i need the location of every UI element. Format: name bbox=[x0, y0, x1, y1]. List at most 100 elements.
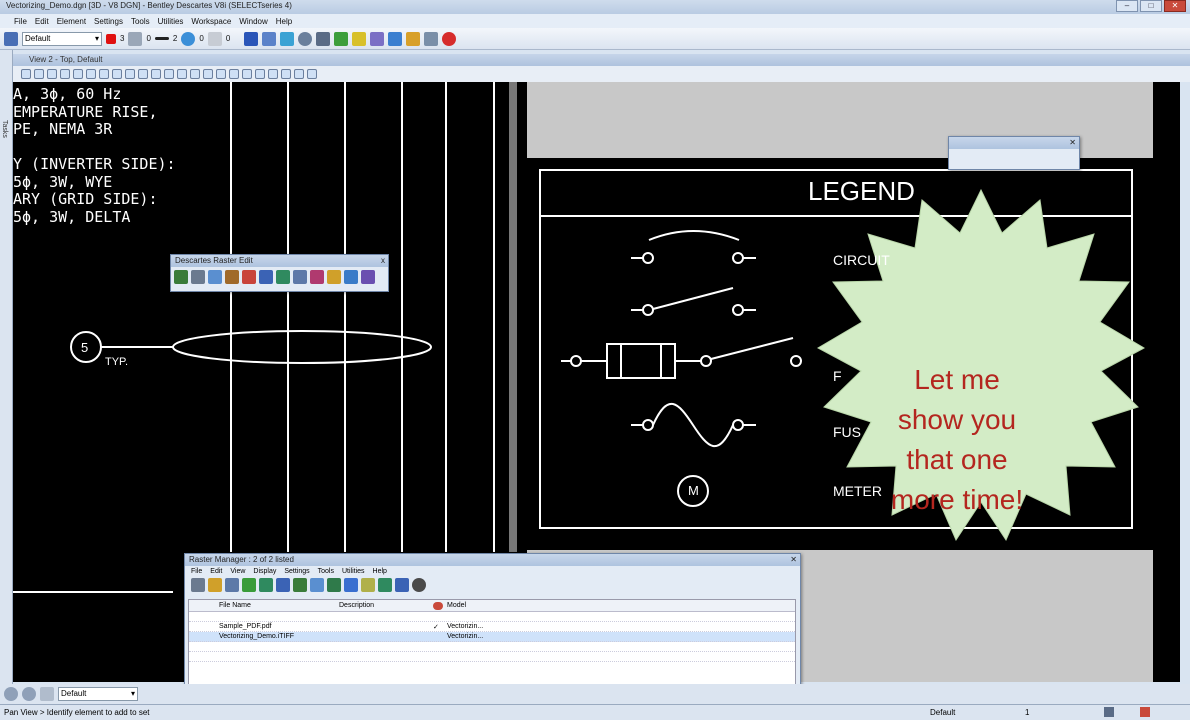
levels-icon[interactable] bbox=[352, 31, 367, 46]
row-check-icon[interactable]: ✓ bbox=[433, 623, 447, 631]
info-icon[interactable] bbox=[388, 31, 403, 46]
clip-mask-icon[interactable] bbox=[190, 69, 200, 79]
stop-icon[interactable] bbox=[442, 31, 457, 46]
save-icon[interactable] bbox=[1104, 707, 1114, 717]
fill-icon[interactable] bbox=[259, 270, 273, 284]
rm-menu-tools[interactable]: Tools bbox=[318, 568, 334, 575]
raster-icon[interactable] bbox=[334, 31, 349, 46]
cut-icon[interactable] bbox=[191, 270, 205, 284]
window-area-icon[interactable] bbox=[86, 69, 96, 79]
move-raster-icon[interactable] bbox=[276, 578, 290, 592]
color-icon[interactable] bbox=[106, 33, 116, 44]
line-style-icon[interactable] bbox=[128, 31, 143, 46]
list-view-icon[interactable] bbox=[191, 578, 205, 592]
raster-manager-close-icon[interactable]: ✕ bbox=[790, 554, 797, 566]
menu-settings[interactable]: Settings bbox=[94, 17, 123, 26]
table-row[interactable] bbox=[189, 642, 795, 652]
rotate-view-icon[interactable] bbox=[112, 69, 122, 79]
menu-edit[interactable]: Edit bbox=[35, 17, 49, 26]
mini-dialog[interactable]: ✕ bbox=[948, 136, 1080, 170]
menu-help[interactable]: Help bbox=[276, 17, 292, 26]
bottom-level-select[interactable]: Default bbox=[58, 687, 138, 701]
update-view-icon[interactable] bbox=[47, 69, 57, 79]
move-icon[interactable] bbox=[276, 270, 290, 284]
raster-edit-close-icon[interactable]: x bbox=[381, 255, 385, 267]
level-select[interactable]: Default bbox=[22, 31, 102, 46]
menu-file[interactable]: File bbox=[14, 17, 27, 26]
walk-icon[interactable] bbox=[229, 69, 239, 79]
transparency-icon[interactable] bbox=[181, 31, 196, 46]
camera-icon[interactable] bbox=[203, 69, 213, 79]
rotate-raster-icon[interactable] bbox=[310, 578, 324, 592]
details-icon[interactable] bbox=[208, 578, 222, 592]
filter-icon[interactable] bbox=[378, 578, 392, 592]
paste-icon[interactable] bbox=[225, 270, 239, 284]
column-file-name[interactable]: File Name bbox=[219, 602, 339, 609]
select-area-icon[interactable] bbox=[327, 270, 341, 284]
color-mode-icon[interactable] bbox=[412, 578, 426, 592]
level-display-icon[interactable] bbox=[268, 69, 278, 79]
copy-raster-icon[interactable] bbox=[208, 270, 222, 284]
rm-menu-edit[interactable]: Edit bbox=[210, 568, 222, 575]
toolbox-icon[interactable] bbox=[406, 31, 421, 46]
menu-element[interactable]: Element bbox=[57, 17, 86, 26]
alert-icon[interactable] bbox=[1140, 707, 1150, 717]
table-row[interactable]: Vectorizing_Demo.iTIFF Vectorizin... bbox=[189, 632, 795, 642]
manipulate-icon[interactable] bbox=[280, 31, 295, 46]
tasks-label[interactable]: Tasks bbox=[1, 120, 8, 138]
grid-lock-icon[interactable] bbox=[281, 69, 291, 79]
view-next-icon[interactable] bbox=[151, 69, 161, 79]
warp-icon[interactable] bbox=[327, 578, 341, 592]
grid-icon[interactable] bbox=[424, 31, 439, 46]
view-control-icon[interactable] bbox=[244, 31, 259, 46]
render-icon[interactable] bbox=[294, 69, 304, 79]
column-description[interactable]: Description bbox=[339, 602, 433, 609]
settings-raster-icon[interactable] bbox=[361, 270, 375, 284]
fly-icon[interactable] bbox=[242, 69, 252, 79]
pointer-icon[interactable] bbox=[40, 687, 54, 701]
minimize-button[interactable]: – bbox=[1116, 0, 1138, 12]
copy-view-icon[interactable] bbox=[164, 69, 174, 79]
mini-dialog-close-icon[interactable]: ✕ bbox=[1069, 137, 1076, 149]
rotate-icon[interactable] bbox=[293, 270, 307, 284]
pen-icon[interactable] bbox=[174, 270, 188, 284]
zoom-out-icon[interactable] bbox=[73, 69, 83, 79]
element-selection-icon[interactable] bbox=[4, 31, 18, 46]
rm-menu-settings[interactable]: Settings bbox=[284, 568, 309, 575]
copy-icon[interactable] bbox=[262, 31, 277, 46]
view-previous-icon[interactable] bbox=[138, 69, 148, 79]
rm-menu-file[interactable]: File bbox=[191, 568, 202, 575]
menu-utilities[interactable]: Utilities bbox=[158, 17, 184, 26]
table-row[interactable] bbox=[189, 612, 795, 622]
column-model[interactable]: Model bbox=[447, 602, 466, 609]
eraser-icon[interactable] bbox=[242, 270, 256, 284]
table-row[interactable] bbox=[189, 652, 795, 662]
pan-view-icon[interactable] bbox=[125, 69, 135, 79]
view-rotation-icon[interactable] bbox=[216, 69, 226, 79]
priority-icon[interactable] bbox=[207, 31, 222, 46]
display-style-icon[interactable] bbox=[34, 69, 44, 79]
transparency-raster-icon[interactable] bbox=[361, 578, 375, 592]
fit-view-icon[interactable] bbox=[99, 69, 109, 79]
clip-icon[interactable] bbox=[344, 578, 358, 592]
menu-tools[interactable]: Tools bbox=[131, 17, 150, 26]
mirror-icon[interactable] bbox=[310, 270, 324, 284]
raster-view-icon[interactable] bbox=[255, 69, 265, 79]
scale-raster-icon[interactable] bbox=[293, 578, 307, 592]
display-priority-icon[interactable] bbox=[395, 578, 409, 592]
rm-menu-view[interactable]: View bbox=[230, 568, 245, 575]
raster-edit-toolbar[interactable]: Descartes Raster Edit x bbox=[170, 254, 389, 292]
close-button[interactable]: ✕ bbox=[1164, 0, 1186, 12]
table-row[interactable]: Sample_PDF.pdf ✓ Vectorizin... bbox=[189, 622, 795, 632]
rm-menu-help[interactable]: Help bbox=[373, 568, 387, 575]
attach-icon[interactable] bbox=[242, 578, 256, 592]
view-settings-icon[interactable] bbox=[307, 69, 317, 79]
menu-window[interactable]: Window bbox=[239, 17, 267, 26]
georef-icon[interactable] bbox=[259, 578, 273, 592]
rm-menu-utilities[interactable]: Utilities bbox=[342, 568, 365, 575]
view-attributes-icon[interactable] bbox=[21, 69, 31, 79]
histogram-icon[interactable] bbox=[344, 270, 358, 284]
rm-menu-display[interactable]: Display bbox=[253, 568, 276, 575]
maximize-button[interactable]: □ bbox=[1140, 0, 1162, 12]
analyze-icon[interactable] bbox=[370, 31, 385, 46]
